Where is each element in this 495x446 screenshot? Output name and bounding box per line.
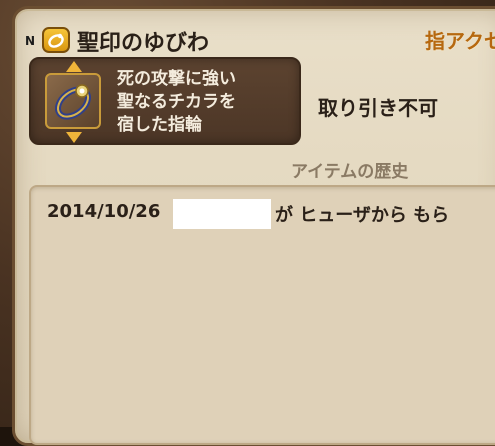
history-entry: 2014/10/26 が ヒューザから もら bbox=[47, 199, 495, 229]
description-line: 宿した指輪 bbox=[117, 115, 202, 135]
trade-status: 取り引き不可 bbox=[318, 96, 438, 120]
previous-item-arrow-icon[interactable] bbox=[66, 61, 82, 72]
history-date: 2014/10/26 bbox=[47, 201, 161, 222]
rarity-badge: N bbox=[25, 34, 36, 48]
description-line: 聖なるチカラを bbox=[117, 92, 236, 112]
item-detail-panel: N 聖印のゆびわ 指アクセ 死の攻撃に強い 聖なるチカラを 宿した指輪 取り引き… bbox=[12, 6, 495, 446]
history-header: アイテムの歴史 bbox=[291, 162, 409, 182]
item-history-list[interactable]: 2014/10/26 が ヒューザから もら bbox=[29, 185, 495, 445]
ring-category-icon bbox=[42, 27, 70, 53]
history-text: が ヒューザから もら bbox=[275, 205, 450, 226]
tab-finger-accessory[interactable]: 指アクセ bbox=[425, 25, 495, 54]
item-description-box: 死の攻撃に強い 聖なるチカラを 宿した指輪 bbox=[29, 57, 301, 145]
ring-icon bbox=[45, 73, 101, 129]
description-text: 死の攻撃に強い 聖なるチカラを 宿した指輪 bbox=[117, 68, 297, 137]
next-item-arrow-icon[interactable] bbox=[66, 132, 82, 143]
description-line: 死の攻撃に強い bbox=[117, 69, 236, 89]
window-frame: N 聖印のゆびわ 指アクセ 死の攻撃に強い 聖なるチカラを 宿した指輪 取り引き… bbox=[0, 0, 495, 446]
item-name: 聖印のゆびわ bbox=[77, 31, 210, 56]
redacted-player-name bbox=[173, 199, 271, 229]
